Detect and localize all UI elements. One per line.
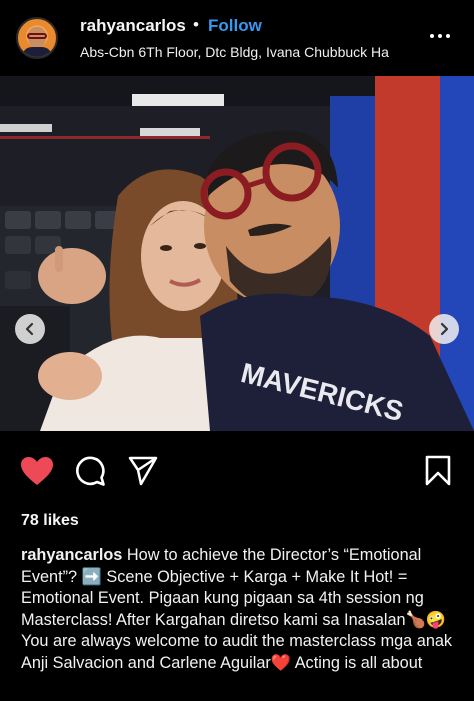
- location-link[interactable]: Abs-Cbn 6Th Floor, Dtc Bldg, Ivana Chubb…: [80, 44, 412, 60]
- carousel-prev-button[interactable]: [15, 314, 45, 344]
- more-options-icon[interactable]: [430, 26, 456, 46]
- caption-text: How to achieve the Director’s “Emotional…: [21, 546, 453, 672]
- avatar-glasses: [27, 33, 47, 39]
- likes-count[interactable]: 78 likes: [21, 512, 79, 530]
- post-image[interactable]: MAVERICKS: [0, 76, 474, 431]
- send-icon: [128, 456, 158, 486]
- follow-button[interactable]: Follow: [208, 16, 262, 36]
- username-link[interactable]: rahyancarlos: [80, 16, 186, 36]
- save-button[interactable]: [423, 455, 453, 492]
- comment-button[interactable]: [74, 455, 106, 492]
- share-button[interactable]: [127, 455, 159, 492]
- bookmark-icon: [425, 455, 451, 486]
- post-header: rahyancarlos • Follow Abs-Cbn 6Th Floor,…: [0, 0, 474, 76]
- avatar[interactable]: [16, 17, 58, 59]
- caption-username[interactable]: rahyancarlos: [21, 546, 122, 564]
- post-caption: rahyancarlos How to achieve the Director…: [21, 545, 461, 674]
- chevron-right-icon: [440, 322, 449, 336]
- chevron-left-icon: [25, 322, 34, 336]
- heart-icon: [21, 457, 53, 485]
- photo-illustration: MAVERICKS: [0, 76, 474, 431]
- avatar-shirt: [22, 47, 52, 57]
- carousel-next-button[interactable]: [429, 314, 459, 344]
- post-action-bar: [0, 431, 474, 511]
- like-button[interactable]: [19, 455, 55, 492]
- comment-icon: [76, 456, 105, 486]
- separator-dot: •: [193, 15, 199, 34]
